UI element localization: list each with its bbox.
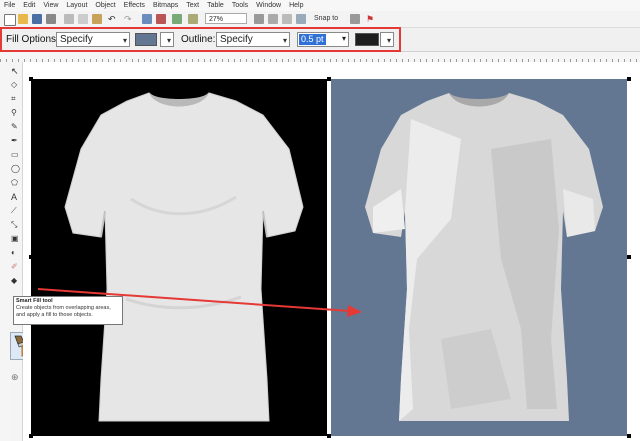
menu-text[interactable]: Text xyxy=(182,0,203,11)
menu-layout[interactable]: Layout xyxy=(62,0,91,11)
show-grid-icon[interactable] xyxy=(282,14,292,24)
menu-help[interactable]: Help xyxy=(285,0,307,11)
selection-handle[interactable] xyxy=(29,255,33,259)
selection-handle[interactable] xyxy=(29,434,33,438)
menu-object[interactable]: Object xyxy=(91,0,119,11)
smart-fill-result-image[interactable] xyxy=(331,79,627,436)
text-tool-icon[interactable]: A xyxy=(11,192,21,202)
launch-icon[interactable]: ⚑ xyxy=(366,14,376,24)
undo-icon[interactable]: ↶ xyxy=(108,14,118,24)
menu-tools[interactable]: Tools xyxy=(228,0,252,11)
standard-toolbar: ↶ ↷ 27% Snap to ▾ ⚑ xyxy=(0,11,640,33)
transparency-tool-icon[interactable]: ◐ xyxy=(11,248,21,258)
menu-edit[interactable]: Edit xyxy=(19,0,39,11)
app-launcher-icon[interactable] xyxy=(172,14,182,24)
crop-tool-icon[interactable]: ⌗ xyxy=(11,94,21,104)
selection-handle[interactable] xyxy=(627,434,631,438)
ellipse-tool-icon[interactable]: ◯ xyxy=(11,164,21,174)
rectangle-tool-icon[interactable]: ▭ xyxy=(11,150,21,160)
parallel-dimension-icon[interactable]: ⟋ xyxy=(11,206,21,216)
selection-handle[interactable] xyxy=(327,434,331,438)
drop-shadow-icon[interactable]: ▣ xyxy=(11,234,21,244)
fill-options-select[interactable]: Specify ▾ xyxy=(56,32,130,47)
selection-handle[interactable] xyxy=(327,77,331,81)
eyedropper-icon[interactable]: ✐ xyxy=(11,262,21,272)
save-icon[interactable] xyxy=(32,14,42,24)
show-rulers-icon[interactable] xyxy=(268,14,278,24)
smart-fill-tooltip: Smart Fill tool Create objects from over… xyxy=(13,296,123,325)
snap-to-dropdown[interactable]: Snap to ▾ xyxy=(314,13,342,33)
connector-tool-icon[interactable]: ⤡ xyxy=(11,220,21,230)
outline-mode-select[interactable]: Specify ▾ xyxy=(216,32,290,47)
menu-file[interactable]: File xyxy=(0,0,19,11)
original-tshirt-image[interactable] xyxy=(31,79,327,436)
menu-effects[interactable]: Effects xyxy=(120,0,149,11)
zoom-level-input[interactable]: 27% xyxy=(205,13,247,24)
chevron-down-icon: ▾ xyxy=(166,36,171,45)
menu-window[interactable]: Window xyxy=(252,0,285,11)
outline-label: Outline: xyxy=(181,34,216,45)
tooltip-description: Create objects from overlapping areas, a… xyxy=(16,305,111,318)
zoom-tool-icon[interactable]: ⚲ xyxy=(11,108,21,118)
full-screen-icon[interactable] xyxy=(254,14,264,24)
menu-table[interactable]: Table xyxy=(203,0,228,11)
outline-width-field[interactable]: 0.5 pt ▾ xyxy=(297,32,349,47)
add-tool-icon[interactable]: ⊕ xyxy=(11,372,21,382)
outline-color-dropdown[interactable]: ▾ xyxy=(380,32,394,47)
artistic-media-icon[interactable]: ✒ xyxy=(11,136,21,146)
selection-handle[interactable] xyxy=(627,255,631,259)
toolbox: ↖ ◇ ⌗ ⚲ ✎ ✒ ▭ ◯ ⬠ A ⟋ ⤡ ▣ ◐ ✐ ◆ ⊕ xyxy=(10,62,37,441)
outline-mode-value: Specify xyxy=(220,34,253,45)
redo-icon[interactable]: ↷ xyxy=(124,14,134,24)
print-icon[interactable] xyxy=(46,14,56,24)
selection-handle[interactable] xyxy=(29,77,33,81)
chevron-down-icon: ▾ xyxy=(282,36,287,45)
freehand-tool-icon[interactable]: ✎ xyxy=(11,122,21,132)
chevron-down-icon: ▾ xyxy=(386,36,391,45)
fill-options-label: Fill Options: xyxy=(6,34,59,45)
chevron-down-icon: ▾ xyxy=(341,34,346,43)
paste-icon[interactable] xyxy=(92,14,102,24)
open-folder-icon[interactable] xyxy=(18,14,28,24)
menu-view[interactable]: View xyxy=(39,0,62,11)
interactive-fill-icon[interactable]: ◆ xyxy=(11,276,21,286)
new-document-icon[interactable] xyxy=(4,14,16,26)
menu-bar: File Edit View Layout Object Effects Bitmaps Te… xyxy=(0,0,640,11)
property-bar: Fill Options: Specify ▾ ▾ Outline: Speci… xyxy=(0,28,640,52)
show-guidelines-icon[interactable] xyxy=(296,14,306,24)
export-icon[interactable] xyxy=(156,14,166,24)
zoom-level-value: 27% xyxy=(209,16,224,23)
selection-handle[interactable] xyxy=(627,77,631,81)
settings-icon[interactable] xyxy=(350,14,360,24)
tshirt-photo xyxy=(64,92,304,422)
fill-color-dropdown[interactable]: ▾ xyxy=(160,32,174,47)
cut-icon[interactable] xyxy=(64,14,74,24)
menu-bitmaps[interactable]: Bitmaps xyxy=(149,0,182,11)
outline-width-value: 0.5 pt xyxy=(299,34,326,45)
tooltip-title: Smart Fill tool xyxy=(16,298,53,304)
fill-color-swatch[interactable] xyxy=(135,33,157,46)
pick-tool-icon[interactable]: ↖ xyxy=(11,66,21,76)
import-icon[interactable] xyxy=(142,14,152,24)
shape-tool-icon[interactable]: ◇ xyxy=(11,80,21,90)
welcome-icon[interactable] xyxy=(188,14,198,24)
chevron-down-icon: ▾ xyxy=(122,36,127,45)
polygon-tool-icon[interactable]: ⬠ xyxy=(11,178,21,188)
snap-to-label: Snap to xyxy=(314,15,339,22)
tshirt-vector-fill xyxy=(365,93,603,421)
fill-options-value: Specify xyxy=(60,34,93,45)
copy-icon[interactable] xyxy=(78,14,88,24)
outline-color-swatch[interactable] xyxy=(355,33,379,46)
